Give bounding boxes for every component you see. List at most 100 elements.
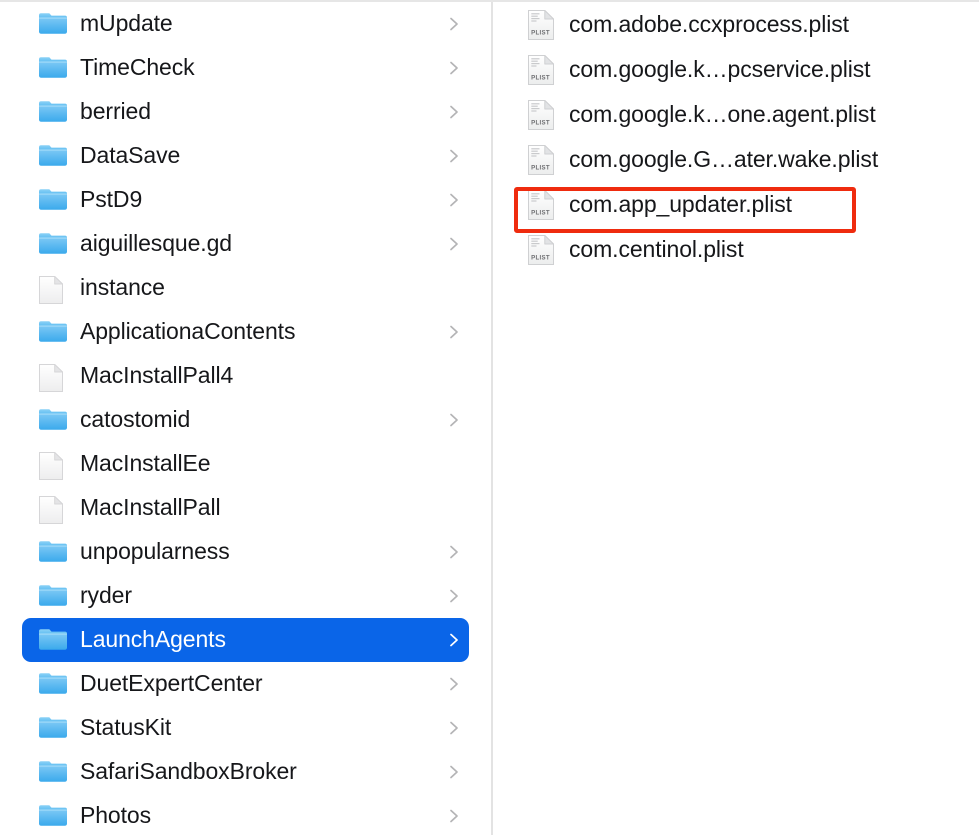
chevron-right-icon[interactable] bbox=[443, 673, 465, 695]
svg-text:PLIST: PLIST bbox=[531, 119, 550, 126]
file-row[interactable]: MacInstallEe bbox=[22, 442, 469, 486]
file-row[interactable]: PLIST com.google.k…pcservice.plist bbox=[493, 47, 979, 92]
file-row[interactable]: MacInstallPall4 bbox=[22, 354, 469, 398]
chevron-placeholder bbox=[443, 453, 465, 475]
file-name-label: com.adobe.ccxprocess.plist bbox=[569, 11, 849, 37]
chevron-right-icon[interactable] bbox=[443, 101, 465, 123]
file-row[interactable]: aiguillesque.gd bbox=[22, 222, 469, 266]
file-browser-column-2[interactable]: PLIST com.adobe.ccxprocess.plist PLIST c… bbox=[493, 2, 979, 835]
plist-file-icon: PLIST bbox=[527, 9, 557, 41]
file-name-label: instance bbox=[80, 275, 165, 301]
chevron-right-icon[interactable] bbox=[443, 189, 465, 211]
chevron-right-icon[interactable] bbox=[443, 629, 465, 651]
file-name-label: catostomid bbox=[80, 407, 191, 433]
chevron-placeholder bbox=[443, 365, 465, 387]
file-row[interactable]: MacInstallPall bbox=[22, 486, 469, 530]
chevron-right-icon[interactable] bbox=[443, 57, 465, 79]
file-name-label: aiguillesque.gd bbox=[80, 231, 232, 257]
file-name-label: ApplicationaContents bbox=[80, 319, 296, 345]
file-name-label: DataSave bbox=[80, 143, 181, 169]
file-name-label: com.centinol.plist bbox=[569, 236, 744, 262]
file-row[interactable]: StatusKit bbox=[22, 706, 469, 750]
chevron-right-icon[interactable] bbox=[443, 145, 465, 167]
chevron-placeholder bbox=[443, 277, 465, 299]
folder-icon bbox=[38, 759, 68, 785]
file-row-selected[interactable]: LaunchAgents bbox=[22, 618, 469, 662]
folder-icon bbox=[38, 803, 68, 829]
file-name-label: MacInstallPall bbox=[80, 495, 221, 521]
file-browser-column-1[interactable]: mUpdate TimeCheck berried DataSave PstD9… bbox=[0, 2, 491, 835]
file-row[interactable]: ryder bbox=[22, 574, 469, 618]
document-icon bbox=[38, 495, 68, 524]
chevron-right-icon[interactable] bbox=[443, 717, 465, 739]
plist-file-icon: PLIST bbox=[527, 99, 557, 131]
file-row[interactable]: PLIST com.google.k…one.agent.plist bbox=[493, 92, 979, 137]
folder-icon bbox=[38, 539, 68, 565]
plist-file-icon: PLIST bbox=[527, 234, 557, 266]
folder-icon bbox=[38, 583, 68, 609]
file-row-highlighted[interactable]: PLIST com.app_updater.plist bbox=[493, 182, 979, 227]
document-icon bbox=[38, 275, 68, 304]
file-name-label: TimeCheck bbox=[80, 55, 195, 81]
file-row[interactable]: berried bbox=[22, 90, 469, 134]
file-name-label: ryder bbox=[80, 583, 132, 609]
finder-window: mUpdate TimeCheck berried DataSave PstD9… bbox=[0, 0, 979, 835]
file-name-label: StatusKit bbox=[80, 715, 172, 741]
file-row[interactable]: Photos bbox=[22, 794, 469, 835]
file-row[interactable]: PLIST com.google.G…ater.wake.plist bbox=[493, 137, 979, 182]
file-name-label: com.google.G…ater.wake.plist bbox=[569, 146, 879, 172]
folder-icon bbox=[38, 231, 68, 257]
chevron-right-icon[interactable] bbox=[443, 321, 465, 343]
folder-icon bbox=[38, 143, 68, 169]
file-name-label: PstD9 bbox=[80, 187, 143, 213]
folder-icon bbox=[38, 319, 68, 345]
file-list-left: mUpdate TimeCheck berried DataSave PstD9… bbox=[0, 2, 491, 835]
file-row[interactable]: unpopularness bbox=[22, 530, 469, 574]
folder-icon bbox=[38, 99, 68, 125]
folder-icon bbox=[38, 627, 68, 653]
file-row[interactable]: instance bbox=[22, 266, 469, 310]
svg-text:PLIST: PLIST bbox=[531, 74, 550, 81]
file-name-label: berried bbox=[80, 99, 151, 125]
file-name-label: MacInstallPall4 bbox=[80, 363, 234, 389]
document-icon bbox=[38, 451, 68, 480]
file-name-label: com.app_updater.plist bbox=[569, 191, 792, 217]
file-name-label: Photos bbox=[80, 803, 152, 829]
svg-text:PLIST: PLIST bbox=[531, 254, 550, 261]
file-name-label: unpopularness bbox=[80, 539, 230, 565]
svg-text:PLIST: PLIST bbox=[531, 209, 550, 216]
chevron-right-icon[interactable] bbox=[443, 585, 465, 607]
chevron-right-icon[interactable] bbox=[443, 409, 465, 431]
file-row[interactable]: SafariSandboxBroker bbox=[22, 750, 469, 794]
plist-file-icon: PLIST bbox=[527, 189, 557, 221]
folder-icon bbox=[38, 407, 68, 433]
file-row[interactable]: ApplicationaContents bbox=[22, 310, 469, 354]
chevron-right-icon[interactable] bbox=[443, 805, 465, 827]
file-name-label: mUpdate bbox=[80, 11, 173, 37]
folder-icon bbox=[38, 187, 68, 213]
chevron-right-icon[interactable] bbox=[443, 541, 465, 563]
file-name-label: LaunchAgents bbox=[80, 627, 226, 653]
file-row[interactable]: TimeCheck bbox=[22, 46, 469, 90]
file-row[interactable]: catostomid bbox=[22, 398, 469, 442]
folder-icon bbox=[38, 11, 68, 37]
file-row[interactable]: PLIST com.centinol.plist bbox=[493, 227, 979, 272]
file-row[interactable]: PLIST com.adobe.ccxprocess.plist bbox=[493, 2, 979, 47]
folder-icon bbox=[38, 55, 68, 81]
file-row[interactable]: mUpdate bbox=[22, 2, 469, 46]
svg-text:PLIST: PLIST bbox=[531, 164, 550, 171]
folder-icon bbox=[38, 715, 68, 741]
file-list-right: PLIST com.adobe.ccxprocess.plist PLIST c… bbox=[493, 2, 979, 272]
folder-icon bbox=[38, 671, 68, 697]
file-row[interactable]: PstD9 bbox=[22, 178, 469, 222]
file-row[interactable]: DataSave bbox=[22, 134, 469, 178]
document-icon bbox=[38, 363, 68, 392]
file-row[interactable]: DuetExpertCenter bbox=[22, 662, 469, 706]
chevron-right-icon[interactable] bbox=[443, 13, 465, 35]
chevron-right-icon[interactable] bbox=[443, 761, 465, 783]
file-name-label: MacInstallEe bbox=[80, 451, 211, 477]
file-name-label: com.google.k…one.agent.plist bbox=[569, 101, 876, 127]
plist-file-icon: PLIST bbox=[527, 144, 557, 176]
file-name-label: com.google.k…pcservice.plist bbox=[569, 56, 871, 82]
chevron-right-icon[interactable] bbox=[443, 233, 465, 255]
